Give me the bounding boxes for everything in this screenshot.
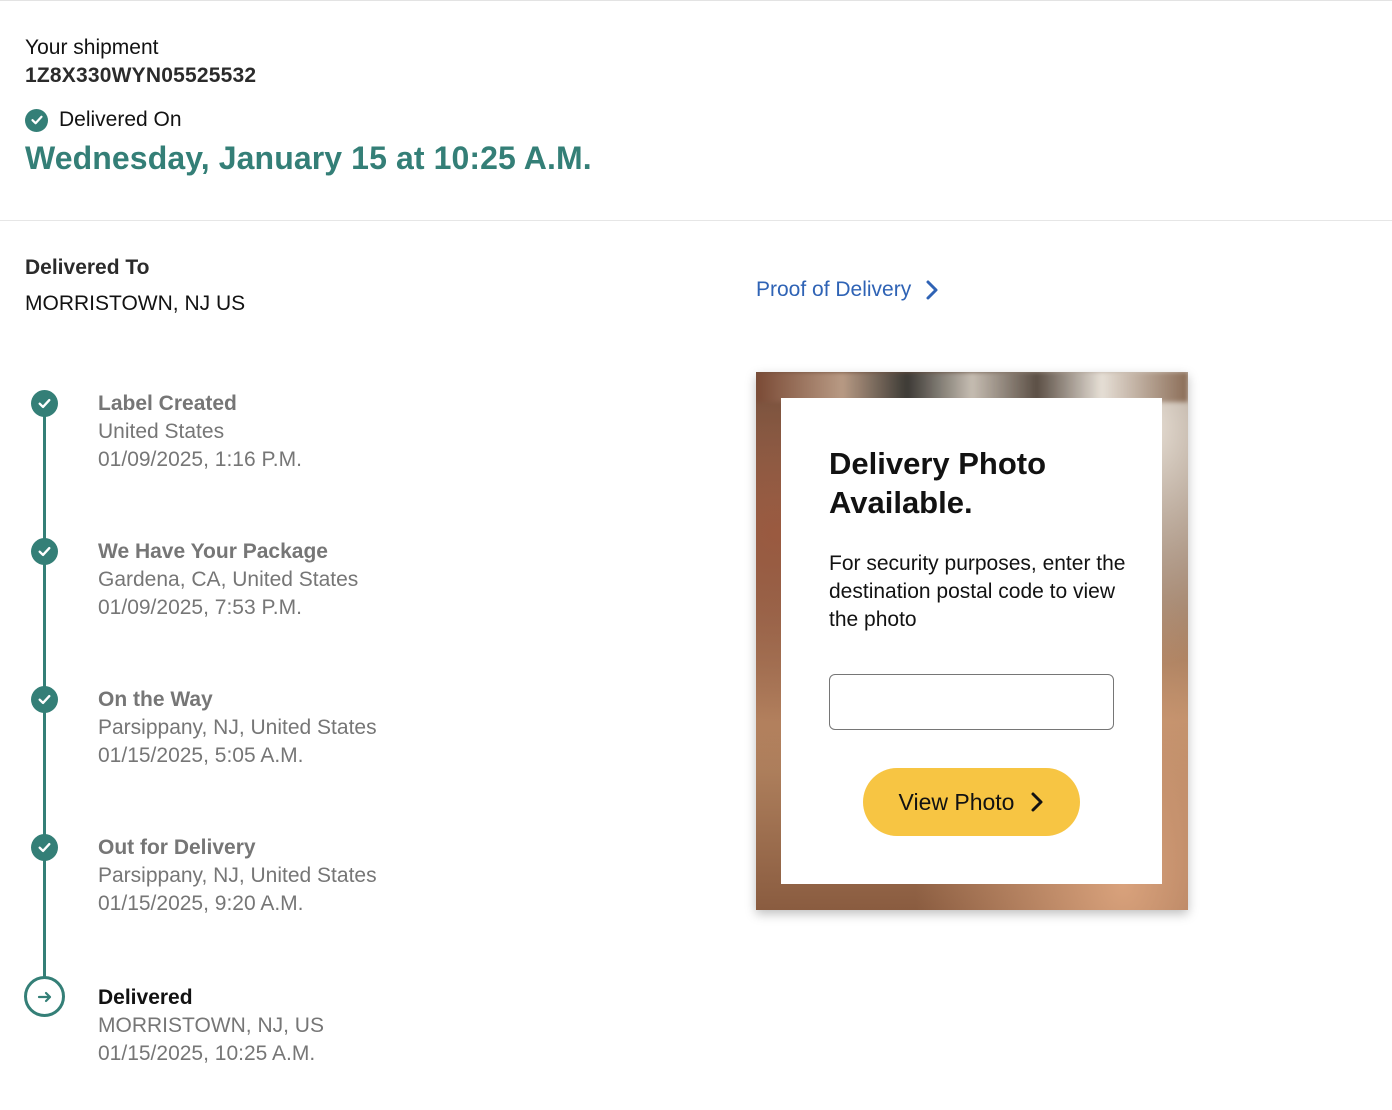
delivered-to-section: Delivered To MORRISTOWN, NJ US	[25, 254, 245, 318]
timeline-item-text: Out for Delivery Parsippany, NJ, United …	[98, 834, 377, 918]
delivered-on-row: Delivered On	[25, 106, 1365, 134]
timeline-location: MORRISTOWN, NJ, US	[98, 1014, 324, 1037]
check-circle-icon	[31, 538, 58, 565]
postal-code-input[interactable]	[829, 674, 1114, 730]
timeline-location: Parsippany, NJ, United States	[98, 864, 377, 887]
shipment-header: Your shipment 1Z8X330WYN05525532 Deliver…	[25, 34, 1365, 178]
timeline-item-text: We Have Your Package Gardena, CA, United…	[98, 538, 358, 622]
timeline-location: Parsippany, NJ, United States	[98, 716, 377, 739]
shipment-label: Your shipment	[25, 36, 159, 59]
timeline-item-text: On the Way Parsippany, NJ, United States…	[98, 686, 377, 770]
timeline-time: 01/09/2025, 7:53 P.M.	[98, 596, 302, 619]
timeline-time: 01/15/2025, 10:25 A.M.	[98, 1042, 316, 1065]
photo-card-title: Delivery Photo Available.	[829, 446, 1047, 520]
view-photo-button[interactable]: View Photo	[863, 768, 1080, 836]
check-circle-icon	[31, 390, 58, 417]
timeline-time: 01/09/2025, 1:16 P.M.	[98, 448, 302, 471]
delivered-to-address: MORRISTOWN, NJ US	[25, 292, 246, 315]
timeline-title: We Have Your Package	[98, 540, 328, 563]
timeline-title: Out for Delivery	[98, 836, 256, 859]
delivery-photo-card: Delivery Photo Available. For security p…	[756, 372, 1188, 910]
delivered-on-label: Delivered On	[59, 108, 182, 131]
photo-card-description: For security purposes, enter the destina…	[829, 552, 1126, 631]
arrow-right-circle-icon	[24, 976, 65, 1017]
delivered-to-title: Delivered To	[25, 256, 150, 279]
chevron-right-icon	[1030, 791, 1044, 813]
top-border	[0, 0, 1392, 1]
timeline-title: Label Created	[98, 392, 237, 415]
timeline-item-text: Label Created United States 01/09/2025, …	[98, 390, 302, 474]
timeline-location: Gardena, CA, United States	[98, 568, 359, 591]
photo-card-panel: Delivery Photo Available. For security p…	[781, 398, 1162, 884]
timeline-title: Delivered	[98, 986, 193, 1009]
section-divider	[0, 220, 1392, 221]
timeline-item-text: Delivered MORRISTOWN, NJ, US 01/15/2025,…	[98, 984, 324, 1068]
view-photo-label: View Photo	[898, 788, 1015, 815]
timeline-time: 01/15/2025, 9:20 A.M.	[98, 892, 304, 915]
check-circle-icon	[25, 108, 48, 132]
check-circle-icon	[31, 834, 58, 861]
timeline-location: United States	[98, 420, 225, 443]
tracking-timeline: Label Created United States 01/09/2025, …	[24, 386, 704, 1086]
delivered-date: Wednesday, January 15 at 10:25 A.M.	[25, 140, 592, 176]
timeline-time: 01/15/2025, 5:05 A.M.	[98, 744, 304, 767]
tracking-number: 1Z8X330WYN05525532	[25, 64, 257, 87]
check-circle-icon	[31, 686, 58, 713]
chevron-right-icon	[925, 279, 939, 301]
proof-of-delivery-link[interactable]: Proof of Delivery	[756, 278, 939, 302]
timeline-title: On the Way	[98, 688, 213, 711]
proof-of-delivery-label: Proof of Delivery	[756, 278, 912, 301]
